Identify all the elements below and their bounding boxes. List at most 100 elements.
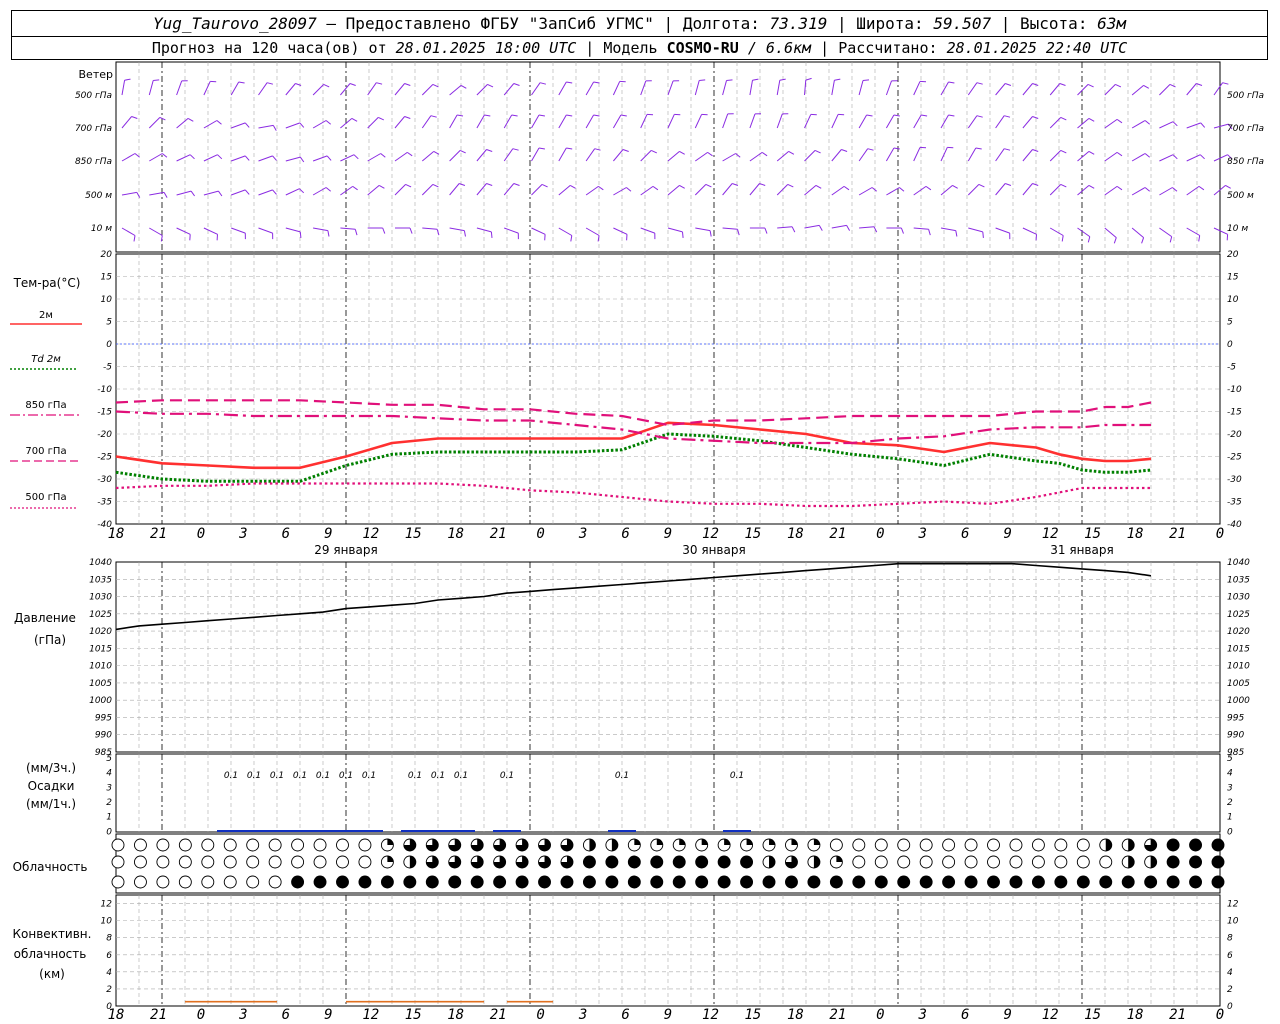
wind-barb-flag <box>1032 116 1039 119</box>
wind-barb-flag <box>1141 237 1145 244</box>
wind-barb <box>613 227 628 235</box>
x-tick-label-bottom: 15 <box>405 1007 422 1023</box>
wind-barb <box>749 183 760 196</box>
wind-barb-flag <box>779 78 786 81</box>
conv-title-2: облачность <box>14 947 87 961</box>
cloud-cover-full <box>650 876 663 888</box>
wind-barb-flag <box>1199 154 1205 160</box>
cloud-cover-partial <box>836 856 843 862</box>
cloud-cover-icon <box>852 855 866 869</box>
precip-ytick-right: 1 <box>1227 813 1233 823</box>
wind-barb <box>1159 121 1174 129</box>
pressure-ytick-left: 1040 <box>89 558 112 568</box>
wind-barb <box>231 189 246 196</box>
wind-barb <box>1104 118 1118 129</box>
wind-barb-flag <box>594 148 601 151</box>
wind-barb <box>722 153 736 162</box>
wind-barb <box>558 185 571 196</box>
precip-bar <box>355 830 383 832</box>
wind-level-label-right: 500 гПа <box>1227 91 1264 101</box>
wind-barb <box>1131 187 1146 196</box>
cloud-cover-partial <box>387 839 394 845</box>
wind-barb-flag <box>487 83 494 88</box>
wind-barb <box>1186 154 1201 162</box>
wind-barb-flag <box>593 114 600 117</box>
wind-barb <box>285 122 301 129</box>
wind-barb <box>1022 227 1037 235</box>
wind-barb-flag <box>952 184 958 189</box>
pressure-ytick-right: 1035 <box>1227 575 1250 585</box>
x-tick-label-bottom: 12 <box>1042 1007 1059 1023</box>
wind-barb-flag <box>752 78 759 81</box>
wind-barb-flag <box>244 155 250 161</box>
cloud-cover-full <box>1189 856 1202 868</box>
wind-barb <box>121 191 137 196</box>
wind-barb-flag <box>900 227 904 234</box>
wind-barb <box>612 81 621 96</box>
date-label: 31 января <box>1050 543 1113 557</box>
precip-value-label: 0.1 <box>270 771 284 781</box>
wind-barb <box>695 227 711 232</box>
wind-barb-flag <box>893 147 900 150</box>
cloud-cover-icon <box>942 838 956 852</box>
wind-barb-flag <box>866 114 873 117</box>
wind-barb <box>1077 118 1090 129</box>
cloud-cover-icon <box>246 875 260 889</box>
wind-barb-flag <box>788 150 795 155</box>
x-tick-label: 21 <box>150 526 167 542</box>
temp-ytick-right: 10 <box>1227 295 1239 305</box>
wind-barb <box>913 147 921 162</box>
cloud-cover-full <box>1099 876 1112 888</box>
pressure-ytick-left: 1000 <box>89 696 112 706</box>
wind-barb <box>531 184 543 196</box>
cloud-cover-icon <box>1031 855 1045 869</box>
wind-barb-flag <box>593 81 600 84</box>
wind-barb <box>612 114 622 129</box>
cloud-cover-full <box>897 876 910 888</box>
temp-ytick-right: 15 <box>1227 273 1239 283</box>
pressure-ytick-right: 1005 <box>1227 679 1250 689</box>
wind-barb-flag <box>484 114 491 117</box>
wind-barb <box>121 80 126 96</box>
x-tick-label: 18 <box>447 526 464 542</box>
cloud-cover-icon <box>874 855 888 869</box>
precip-ytick-left: 0 <box>106 827 112 837</box>
wind-barb-flag <box>925 185 932 191</box>
wind-barb-flag <box>490 231 493 238</box>
cloud-cover-icon <box>223 838 237 852</box>
wind-barb <box>585 81 595 96</box>
wind-barb <box>913 81 921 96</box>
wind-barb <box>394 83 405 96</box>
wind-barb-flag <box>1032 183 1039 186</box>
wind-barb <box>285 156 301 162</box>
wind-barb-flag <box>682 231 684 238</box>
precip-layer: 0.1 0.1 0.1 0.1 0.1 0.1 0.1 0.1 0.1 0.1 0.1 0.1 0.1 <box>217 771 751 832</box>
x-tick-label-bottom: 21 <box>150 1007 167 1023</box>
cloud-cover-full <box>987 876 1000 888</box>
wind-barb-flag <box>1032 149 1039 152</box>
temp-ytick-right: -30 <box>1227 475 1242 485</box>
cloud-cover-full <box>471 876 484 888</box>
wind-barb <box>449 183 460 196</box>
wind-barb <box>831 224 847 229</box>
wind-barb <box>1159 154 1174 162</box>
cloud-cover-full <box>1189 876 1202 888</box>
wind-barb <box>176 190 192 196</box>
cloud-cover-partial <box>656 839 663 845</box>
pressure-ytick-left: 995 <box>95 713 112 723</box>
wind-barb-flag <box>975 147 982 150</box>
cloud-cover-full <box>291 876 304 888</box>
x-tick-label-bottom: 6 <box>961 1007 969 1023</box>
wind-barb-flag <box>1198 235 1201 242</box>
wind-barb <box>476 149 487 162</box>
wind-barb <box>503 183 515 196</box>
conv-ytick-left: 4 <box>106 968 112 978</box>
cloud-cover-full <box>875 876 888 888</box>
wind-barb <box>394 151 408 162</box>
cloud-cover-icon <box>201 875 215 889</box>
wind-barb-flag <box>1116 151 1123 157</box>
wind-barb-flag <box>382 227 386 234</box>
precip-title: Осадки <box>28 779 75 793</box>
wind-barb <box>940 185 953 196</box>
wind-barb <box>995 115 1005 129</box>
